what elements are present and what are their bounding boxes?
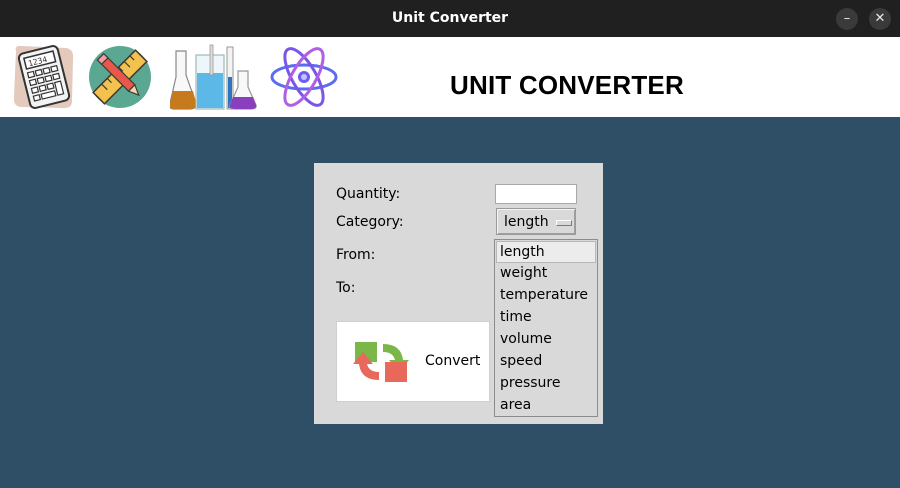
dropdown-option-length[interactable]: length: [496, 241, 596, 263]
convert-button-label: Convert: [425, 353, 481, 369]
category-dropdown-menu: length weight temperature time volume sp…: [494, 239, 598, 417]
option-menu-indicator-icon: [556, 220, 572, 226]
close-button[interactable]: ✕: [869, 8, 891, 30]
dropdown-option-temperature[interactable]: temperature: [496, 284, 596, 306]
quantity-input[interactable]: [495, 184, 577, 204]
dropdown-option-area[interactable]: area: [496, 394, 596, 416]
lab-flasks-icon: [168, 41, 264, 117]
window-title: Unit Converter: [391, 10, 509, 26]
to-label: To:: [336, 280, 356, 296]
minimize-button[interactable]: –: [836, 8, 858, 30]
dropdown-option-time[interactable]: time: [496, 306, 596, 328]
from-label: From:: [336, 247, 376, 263]
atom-icon: [268, 41, 340, 117]
dropdown-option-weight[interactable]: weight: [496, 262, 596, 284]
category-label: Category:: [336, 214, 404, 230]
dropdown-option-volume[interactable]: volume: [496, 328, 596, 350]
calculator-icon: 1234: [10, 41, 78, 115]
header-banner: 1234 UNIT CONVERTER: [0, 37, 900, 117]
dropdown-option-speed[interactable]: speed: [496, 350, 596, 372]
category-select[interactable]: length: [496, 208, 576, 235]
pencil-ruler-icon: [88, 41, 154, 115]
category-selected-value: length: [504, 214, 549, 230]
app-heading: UNIT CONVERTER: [450, 70, 684, 100]
convert-button[interactable]: Convert: [336, 321, 490, 402]
dropdown-option-pressure[interactable]: pressure: [496, 372, 596, 394]
convert-arrows-icon: [353, 340, 411, 388]
quantity-label: Quantity:: [336, 186, 401, 202]
window-titlebar: Unit Converter – ✕: [0, 0, 900, 37]
